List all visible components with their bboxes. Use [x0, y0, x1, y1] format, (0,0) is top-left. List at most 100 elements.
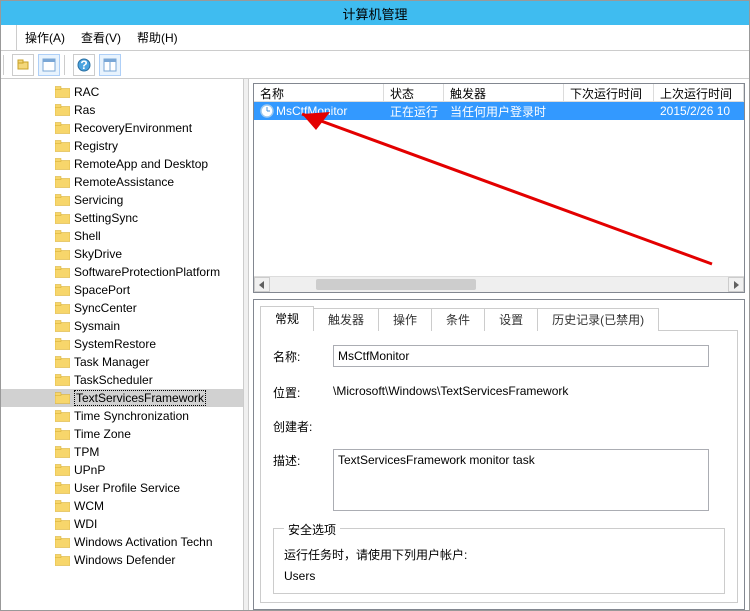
security-user: Users — [284, 569, 714, 583]
tree-item[interactable]: Task Manager — [1, 353, 243, 371]
toolbar-btn-folder[interactable] — [12, 54, 34, 76]
tree-label: SoftwareProtectionPlatform — [74, 265, 220, 279]
tree-item[interactable]: UPnP — [1, 461, 243, 479]
tree-item[interactable]: SyncCenter — [1, 299, 243, 317]
task-row[interactable]: MsCtfMonitor 正在运行当任何用户登录时 2015/2/26 10 — [254, 102, 744, 120]
tree-item[interactable]: SettingSync — [1, 209, 243, 227]
tree-item[interactable]: Shell — [1, 227, 243, 245]
tree-item[interactable]: Registry — [1, 137, 243, 155]
tree-item[interactable]: SpacePort — [1, 281, 243, 299]
tree-label: TextServicesFramework — [74, 390, 206, 406]
author-value — [333, 415, 725, 418]
task-name: MsCtfMonitor — [276, 104, 347, 118]
menu-bar: 操作(A) 查看(V) 帮助(H) — [1, 25, 749, 51]
task-status: 正在运行 — [390, 103, 438, 120]
tree-item[interactable]: RAC — [1, 83, 243, 101]
horizontal-scrollbar[interactable] — [254, 276, 744, 292]
tree-label: RAC — [74, 85, 99, 99]
scroll-track[interactable] — [270, 277, 728, 292]
tree-label: SyncCenter — [74, 301, 137, 315]
list-body[interactable]: MsCtfMonitor 正在运行当任何用户登录时 2015/2/26 10 — [254, 102, 744, 276]
tree-item[interactable]: TextServicesFramework — [1, 389, 243, 407]
list-header: 名称 状态 触发器 下次运行时间 上次运行时间 — [254, 84, 744, 102]
tree-item[interactable]: Windows Defender — [1, 551, 243, 569]
tree-label: SettingSync — [74, 211, 138, 225]
menu-handle — [5, 25, 17, 50]
tree-item[interactable]: User Profile Service — [1, 479, 243, 497]
tree-label: RemoteApp and Desktop — [74, 157, 208, 171]
security-options-group: 安全选项 运行任务时，请使用下列用户帐户: Users — [273, 528, 725, 594]
tree-item[interactable]: Time Zone — [1, 425, 243, 443]
tab[interactable]: 条件 — [431, 308, 485, 331]
tree-label: Registry — [74, 139, 118, 153]
col-name[interactable]: 名称 — [254, 84, 384, 101]
scroll-left-button[interactable] — [254, 277, 270, 292]
window-titlebar: 计算机管理 — [1, 1, 749, 25]
col-trigger[interactable]: 触发器 — [444, 84, 564, 101]
svg-text:?: ? — [80, 58, 87, 72]
tree-item[interactable]: RecoveryEnvironment — [1, 119, 243, 137]
tree-item[interactable]: TPM — [1, 443, 243, 461]
task-detail-panel: 常规触发器操作条件设置历史记录(已禁用) 名称: 位置: \Microsoft\… — [253, 299, 745, 610]
tree-item[interactable]: WCM — [1, 497, 243, 515]
menu-help[interactable]: 帮助(H) — [129, 25, 186, 50]
col-last[interactable]: 上次运行时间 — [654, 84, 744, 101]
name-input[interactable] — [333, 345, 709, 367]
tree-item[interactable]: RemoteAssistance — [1, 173, 243, 191]
task-trigger: 当任何用户登录时 — [450, 103, 546, 120]
tree-pane[interactable]: RAC Ras RecoveryEnvironment Registry RemoteA… — [1, 79, 243, 610]
tree-item[interactable]: Sysmain — [1, 317, 243, 335]
tab[interactable]: 历史记录(已禁用) — [537, 308, 659, 331]
scroll-thumb[interactable] — [316, 279, 476, 290]
tree-label: TPM — [74, 445, 99, 459]
tree-item[interactable]: TaskScheduler — [1, 371, 243, 389]
tree-label: WDI — [74, 517, 97, 531]
tree-label: UPnP — [74, 463, 105, 477]
tree-item[interactable]: Servicing — [1, 191, 243, 209]
tree-label: Ras — [74, 103, 95, 117]
tree-label: SpacePort — [74, 283, 130, 297]
tree-label: SystemRestore — [74, 337, 156, 351]
location-label: 位置: — [273, 381, 333, 401]
tree-item[interactable]: Windows Activation Techn — [1, 533, 243, 551]
tab[interactable]: 设置 — [484, 308, 538, 331]
tree-item[interactable]: Time Synchronization — [1, 407, 243, 425]
tree-label: WCM — [74, 499, 104, 513]
tree-label: User Profile Service — [74, 481, 180, 495]
tree-item[interactable]: SystemRestore — [1, 335, 243, 353]
tab[interactable]: 常规 — [260, 306, 314, 331]
menu-view[interactable]: 查看(V) — [73, 25, 129, 50]
tree-label: Servicing — [74, 193, 123, 207]
tree-label: TaskScheduler — [74, 373, 153, 387]
col-next[interactable]: 下次运行时间 — [564, 84, 654, 101]
menu-action[interactable]: 操作(A) — [17, 25, 73, 50]
tab[interactable]: 触发器 — [313, 308, 379, 331]
tree-label: Shell — [74, 229, 101, 243]
toolbar: ? — [1, 51, 749, 79]
toolbar-btn-help[interactable]: ? — [73, 54, 95, 76]
window-title: 计算机管理 — [1, 4, 749, 23]
tree-label: SkyDrive — [74, 247, 122, 261]
tree-item[interactable]: WDI — [1, 515, 243, 533]
tab[interactable]: 操作 — [378, 308, 432, 331]
author-label: 创建者: — [273, 415, 333, 435]
scroll-right-button[interactable] — [728, 277, 744, 292]
tree-item[interactable]: SoftwareProtectionPlatform — [1, 263, 243, 281]
name-label: 名称: — [273, 345, 333, 365]
toolbar-btn-panel[interactable] — [38, 54, 60, 76]
tree-item[interactable]: Ras — [1, 101, 243, 119]
toolbar-divider — [3, 55, 4, 75]
toolbar-btn-panel2[interactable] — [99, 54, 121, 76]
tree-label: Windows Defender — [74, 553, 175, 567]
security-legend: 安全选项 — [284, 521, 340, 538]
task-last: 2015/2/26 10 — [660, 104, 730, 118]
tree-label: RemoteAssistance — [74, 175, 174, 189]
location-value: \Microsoft\Windows\TextServicesFramework — [333, 381, 725, 398]
tree-item[interactable]: SkyDrive — [1, 245, 243, 263]
tree-item[interactable]: RemoteApp and Desktop — [1, 155, 243, 173]
security-note: 运行任务时，请使用下列用户帐户: — [284, 546, 714, 563]
toolbar-divider — [64, 55, 65, 75]
tab-general-panel: 名称: 位置: \Microsoft\Windows\TextServicesF… — [260, 330, 738, 603]
desc-textarea[interactable] — [333, 449, 709, 511]
col-status[interactable]: 状态 — [384, 84, 444, 101]
